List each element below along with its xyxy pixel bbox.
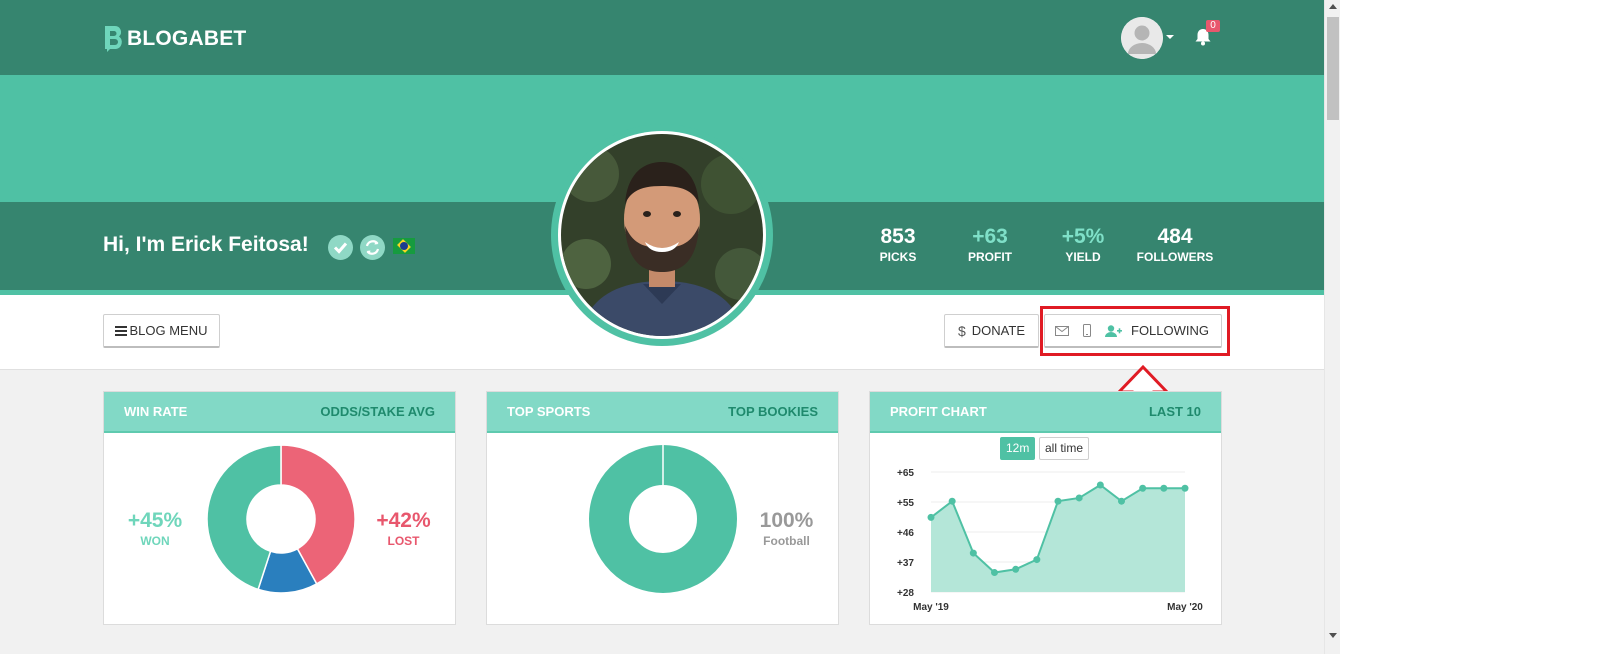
- user-avatar-button[interactable]: [1121, 17, 1163, 59]
- top-sports-donut-chart: [589, 445, 737, 593]
- stat-followers: 484 FOLLOWERS: [1130, 225, 1220, 265]
- profit-point[interactable]: [948, 497, 956, 505]
- scroll-down-arrow-icon[interactable]: [1329, 633, 1337, 638]
- profile-photo-image: [561, 134, 763, 336]
- stat-yield-label: YIELD: [1065, 250, 1101, 264]
- win-rate-card-header: WIN RATE ODDS/STAKE AVG: [104, 392, 455, 433]
- lost-percentage: +42%: [376, 509, 431, 532]
- profit-point[interactable]: [991, 569, 998, 577]
- profit-point[interactable]: [1054, 497, 1062, 505]
- profit-area-chart: +28 +37 +46 +55 +65 May '19 May '20: [897, 468, 1203, 613]
- win-rate-donut-chart: [206, 444, 356, 594]
- y-tick-label: +46: [897, 528, 914, 539]
- profile-photo: [558, 131, 766, 339]
- profile-greeting: Hi, I'm Erick Feitosa!: [103, 233, 309, 256]
- profit-point[interactable]: [1160, 484, 1168, 492]
- y-tick-label: +28: [897, 588, 914, 599]
- profit-point[interactable]: [1033, 556, 1041, 564]
- profit-point[interactable]: [1118, 497, 1125, 505]
- scroll-up-arrow-icon[interactable]: [1329, 4, 1337, 9]
- refresh-icon: [360, 235, 385, 260]
- y-tick-label: +37: [897, 558, 914, 569]
- blog-menu-button[interactable]: BLOG MENU: [103, 314, 220, 348]
- x-tick-label: May '19: [913, 602, 949, 613]
- football-label: Football: [763, 534, 810, 548]
- stat-picks-value: 853: [880, 225, 916, 248]
- profit-point[interactable]: [969, 549, 977, 557]
- tab-win-rate[interactable]: WIN RATE: [124, 404, 187, 419]
- page-scrollbar[interactable]: [1324, 0, 1340, 654]
- tab-top-bookies[interactable]: TOP BOOKIES: [728, 404, 818, 419]
- x-tick-label: May '20: [1167, 602, 1203, 613]
- profit-point[interactable]: [1139, 484, 1147, 492]
- page: BLOGABET 0 Hi, I'm Erick Feitosa! 853 PI…: [0, 0, 1324, 654]
- stat-followers-label: FOLLOWERS: [1136, 250, 1214, 264]
- verified-check-icon: [328, 235, 353, 260]
- donate-button[interactable]: $ DONATE: [944, 314, 1039, 348]
- caret-down-icon[interactable]: [1166, 35, 1174, 39]
- win-rate-card: WIN RATE ODDS/STAKE AVG +45% WON +42% LO…: [103, 391, 456, 625]
- brazil-flag-icon: [393, 238, 415, 254]
- y-tick-label: +55: [897, 498, 914, 509]
- hamburger-icon: [115, 325, 128, 336]
- notification-badge: 0: [1206, 20, 1220, 32]
- profit-chart-card-header: PROFIT CHART LAST 10: [870, 392, 1221, 433]
- top-sports-card-header: TOP SPORTS TOP BOOKIES: [487, 392, 838, 433]
- scrollbar-thumb[interactable]: [1327, 17, 1339, 120]
- logo-text: BLOGABET: [127, 27, 247, 50]
- football-percentage: 100%: [759, 509, 814, 532]
- profit-point[interactable]: [1096, 481, 1104, 489]
- tab-profit-chart[interactable]: PROFIT CHART: [890, 404, 987, 419]
- logo-b-icon: [105, 25, 122, 52]
- stat-picks: 853 PICKS: [868, 225, 928, 265]
- profit-chart-card: PROFIT CHART LAST 10 +28 +37 +46 +55 +65 May …: [869, 391, 1222, 625]
- y-tick-label: +65: [897, 468, 914, 479]
- profit-point[interactable]: [927, 513, 935, 521]
- stat-yield: +5% YIELD: [1053, 225, 1113, 265]
- top-sports-card: TOP SPORTS TOP BOOKIES 100% Football: [486, 391, 839, 625]
- tab-top-sports[interactable]: TOP SPORTS: [507, 404, 590, 419]
- stat-profit-label: PROFIT: [968, 250, 1012, 264]
- range-all-time-button[interactable]: all time: [1039, 437, 1090, 460]
- stat-profit-value: +63: [972, 225, 1008, 248]
- profit-point[interactable]: [1075, 494, 1083, 502]
- stat-yield-value: +5%: [1061, 225, 1105, 248]
- dollar-icon: $: [957, 322, 966, 339]
- stat-followers-value: 484: [1157, 225, 1193, 248]
- stat-picks-label: PICKS: [879, 250, 917, 264]
- tab-last-10[interactable]: LAST 10: [1149, 404, 1201, 419]
- won-label: WON: [140, 534, 170, 548]
- profit-point[interactable]: [1181, 484, 1189, 492]
- won-percentage: +45%: [127, 509, 183, 532]
- tab-odds-stake-avg[interactable]: ODDS/STAKE AVG: [320, 404, 435, 419]
- blog-menu-label: BLOG MENU: [129, 323, 208, 338]
- range-12m-button[interactable]: 12m: [1000, 437, 1036, 460]
- stat-profit: +63 PROFIT: [960, 225, 1020, 265]
- annotation-highlight-box: [1040, 306, 1230, 356]
- user-avatar-icon: [1121, 17, 1163, 59]
- profit-point[interactable]: [1012, 565, 1020, 573]
- donate-label: DONATE: [971, 323, 1025, 338]
- blogabet-logo[interactable]: BLOGABET: [103, 24, 246, 54]
- lost-label: LOST: [387, 534, 420, 548]
